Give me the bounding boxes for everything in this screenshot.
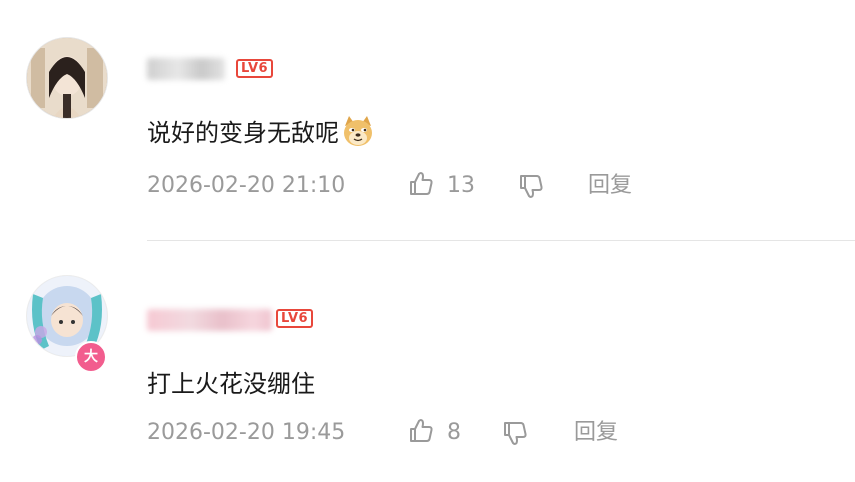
- thumbs-down-icon: [517, 175, 545, 204]
- vip-badge: 大: [75, 341, 107, 373]
- reply-button[interactable]: 回复: [574, 419, 618, 447]
- like-count: 13: [447, 173, 475, 198]
- level-badge: LV6: [236, 59, 274, 78]
- like-count: 8: [447, 420, 461, 445]
- comment-text: 说好的变身无敌呢: [147, 113, 375, 151]
- like-button[interactable]: 13: [407, 172, 475, 200]
- comment-text: 打上火花没绷住: [147, 370, 315, 398]
- thumbs-down-icon: [501, 422, 529, 451]
- dislike-button[interactable]: [517, 172, 545, 200]
- username[interactable]: [147, 309, 272, 331]
- thumbs-up-icon: [407, 170, 435, 202]
- username[interactable]: [147, 58, 225, 80]
- avatar[interactable]: [26, 37, 108, 119]
- comment-meta: 2026-02-20 19:45 8 回复: [147, 419, 847, 449]
- comment-text-body: 说好的变身无敌呢: [147, 119, 339, 147]
- comment-meta: 2026-02-20 21:10 13 回复: [147, 172, 847, 202]
- doge-emoji-icon: [341, 114, 375, 148]
- comment-item: LV6 说好的变身无敌呢 2026-02-20 21:10 13 回复: [0, 0, 855, 240]
- timestamp: 2026-02-20 21:10: [147, 173, 346, 198]
- level-badge: LV6: [276, 309, 314, 328]
- dislike-button[interactable]: [501, 419, 529, 447]
- timestamp: 2026-02-20 19:45: [147, 420, 346, 445]
- comment-item: 大 LV6 打上火花没绷住 2026-02-20 19:45 8 回复: [0, 241, 855, 482]
- reply-button[interactable]: 回复: [588, 172, 632, 200]
- like-button[interactable]: 8: [407, 419, 461, 447]
- thumbs-up-icon: [407, 417, 435, 449]
